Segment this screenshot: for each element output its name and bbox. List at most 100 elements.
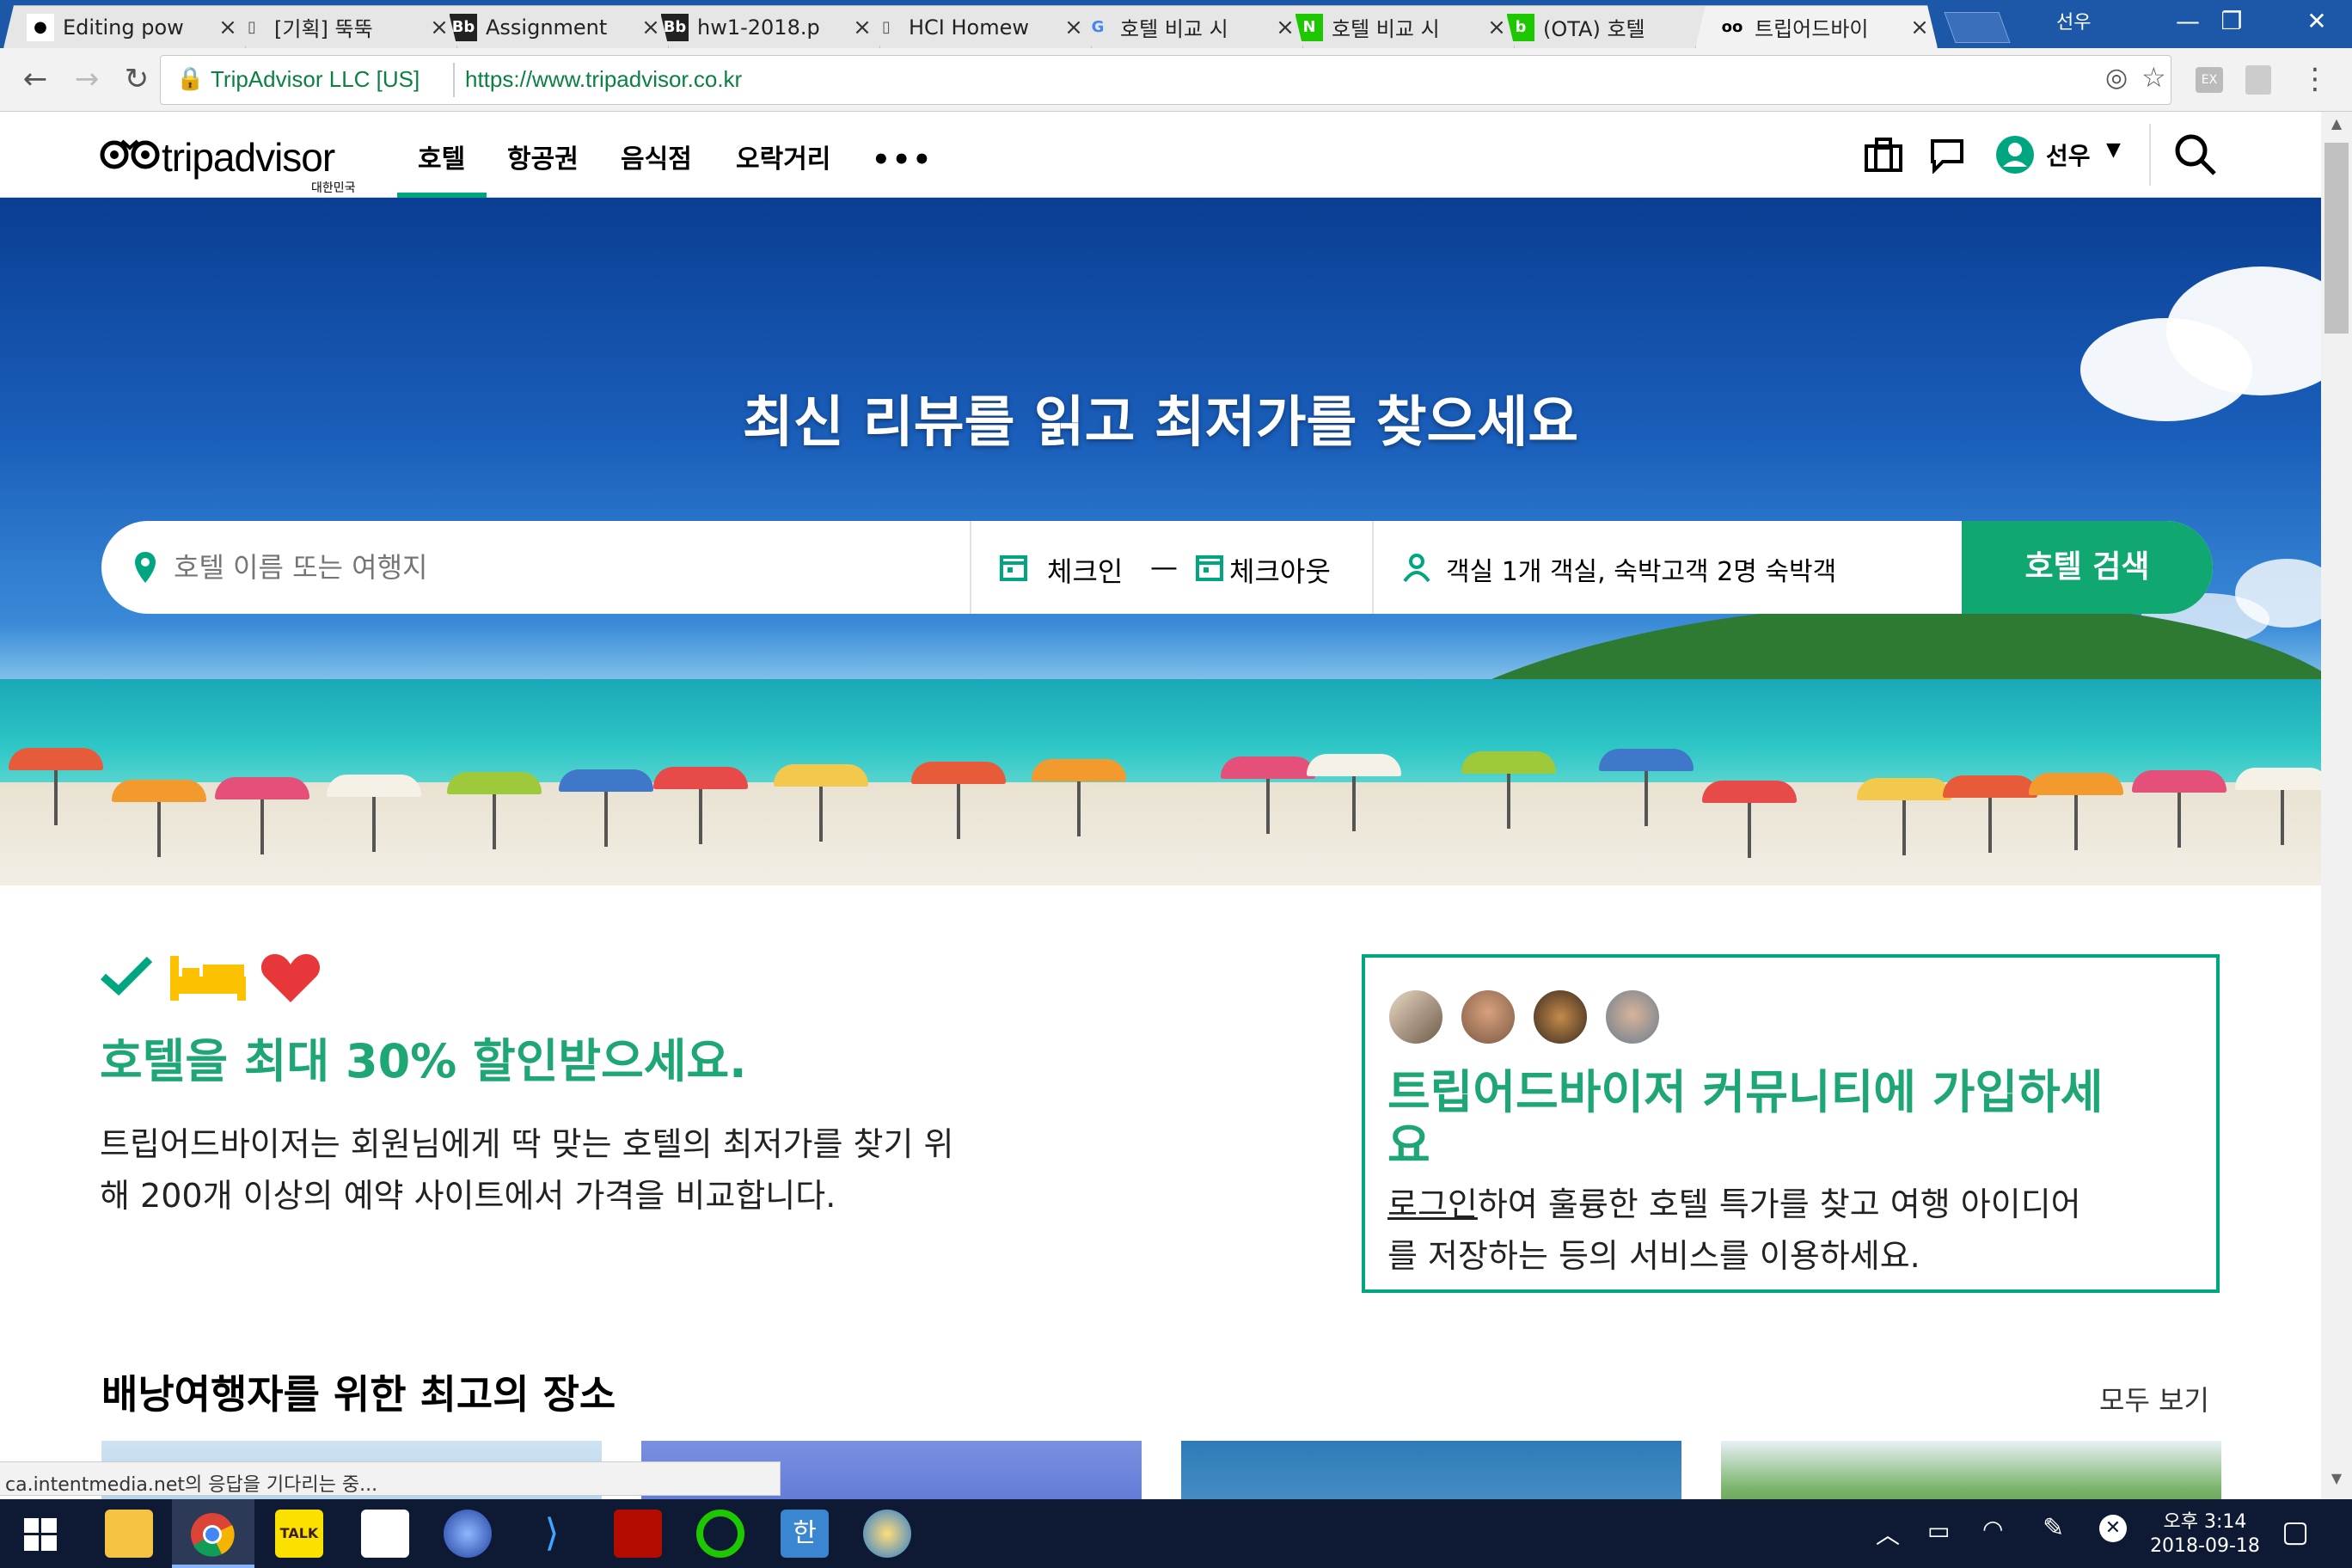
bookmark-star-icon[interactable]: ☆ (2141, 61, 2166, 94)
beach-umbrella (1032, 759, 1126, 781)
date-picker[interactable]: 체크인 — 체크아웃 (999, 545, 1377, 590)
wifi-icon[interactable]: ◠ (1982, 1515, 2003, 1543)
sticky-notes-icon[interactable] (361, 1510, 409, 1558)
hwp-icon[interactable]: 한 (781, 1510, 829, 1558)
guests-selector[interactable]: 객실 1개 객실, 숙박고객 2명 숙박객 ▼ (1401, 545, 2037, 590)
restore-icon[interactable]: ❐ (2189, 0, 2275, 48)
line-app-icon[interactable] (696, 1510, 744, 1558)
umbrella-pole (2281, 785, 2284, 845)
site-nav-item[interactable]: 음식점 (621, 138, 692, 175)
kakaotalk-icon[interactable]: TALK (275, 1510, 323, 1558)
browser-tab[interactable]: N 호텔 비교 시 × (1272, 5, 1515, 48)
calendar-icon (1000, 555, 1027, 581)
community-signup-card[interactable]: 트립어드바이저 커뮤니티에 가입하세 요 로그인하여 훌륭한 호텔 특가를 찾고… (1362, 954, 2220, 1293)
reload-icon[interactable]: ↻ (115, 58, 158, 101)
user-name[interactable]: 선우 (2046, 138, 2091, 172)
browser-tab-strip: ● Editing pow × ▯ [기획] 뚝뚝 × Bb Assignment × Bb hw1… (0, 0, 2352, 48)
umbrella-pole (699, 784, 702, 844)
scrollbar-thumb[interactable] (2324, 143, 2349, 334)
new-tab-button[interactable] (1944, 12, 2011, 43)
tripadvisor-logo[interactable]: tripadvisor 대한민국 (100, 129, 375, 195)
battery-icon[interactable]: ▭ (1927, 1516, 1950, 1545)
beach-sand (0, 782, 2321, 885)
logo-text: tripadvisor (162, 135, 335, 180)
extension-icon[interactable]: EX (2196, 67, 2223, 93)
person-icon (1403, 554, 1430, 583)
action-center-icon[interactable]: ▢ (2282, 1515, 2309, 1549)
divider (1372, 521, 1374, 614)
vscode-icon[interactable]: ⟩ (528, 1510, 576, 1558)
browser-tab[interactable]: ▯ HCI Homew × (849, 5, 1092, 48)
tray-expand-icon[interactable]: ︿ (1876, 1516, 1900, 1551)
clock-time[interactable]: 오후 3:14 (2141, 1506, 2269, 1534)
windows-start-icon[interactable] (24, 1518, 57, 1551)
hotel-search-button[interactable]: 호텔 검색 (1962, 521, 2213, 614)
logo-country: 대한민국 (311, 181, 356, 195)
umbrella-pole (1507, 769, 1510, 829)
url-text[interactable]: https://www.tripadvisor.co.kr (465, 66, 742, 93)
section-title: 배낭여행자를 위한 최고의 장소 (101, 1371, 616, 1418)
app-icon[interactable] (444, 1510, 492, 1558)
umbrella-pole (260, 794, 264, 854)
browser-tab[interactable]: b(OTA) 호텔× (1484, 5, 1726, 48)
trips-briefcase-icon[interactable] (1864, 136, 1903, 174)
browser-tab[interactable]: oo 트립어드바이 × (1695, 5, 1938, 48)
beach-umbrella (653, 767, 748, 789)
umbrella-pole (2074, 790, 2078, 850)
checkout-label[interactable]: 체크아웃 (1229, 550, 1331, 590)
umbrella-pole (1645, 766, 1648, 826)
close-window-icon[interactable]: ✕ (2278, 0, 2352, 48)
umbrella-pole (372, 792, 376, 852)
forward-icon[interactable]: → (65, 58, 108, 101)
active-indicator (172, 1565, 254, 1568)
page-scrollbar[interactable]: ▲ ▼ (2321, 112, 2352, 1499)
chrome-icon (191, 1513, 235, 1557)
hotel-search-bar: 체크인 — 체크아웃 객실 1개 객실, 숙박고객 2명 숙박객 ▼ 호텔 검색 (101, 521, 2213, 614)
community-body-line2: 를 저장하는 등의 서비스를 이용하세요. (1387, 1237, 1920, 1275)
site-nav-item[interactable]: 오락거리 (736, 138, 830, 175)
search-icon[interactable] (2173, 132, 2218, 177)
scroll-up-icon[interactable]: ▲ (2323, 115, 2350, 132)
checkin-label[interactable]: 체크인 (1047, 550, 1123, 590)
notification-x-icon[interactable]: ✕ (2099, 1515, 2127, 1542)
caret-down-icon[interactable]: ▼ (2106, 139, 2121, 161)
site-nav-item[interactable]: 호텔 (418, 138, 465, 175)
calendar-icon (1196, 555, 1223, 581)
tab-close-icon[interactable]: × (1902, 15, 1937, 40)
back-icon[interactable]: ← (14, 58, 57, 101)
tab-title: Assignment (486, 15, 608, 40)
pen-icon[interactable]: ✎ (2043, 1513, 2064, 1543)
acrobat-icon[interactable] (614, 1510, 662, 1558)
login-link[interactable]: 로그인 (1387, 1185, 1478, 1223)
menu-kebab-icon[interactable]: ⋮ (2300, 62, 2330, 96)
more-menu-icon[interactable]: ••• (872, 143, 933, 177)
address-bar[interactable]: 🔒 TripAdvisor LLC [US] https://www.tripa… (160, 55, 2171, 105)
screen: { "browser": { "tabs": [ {"label": "Edit… (0, 0, 2352, 1568)
pdf-extension-icon[interactable] (2245, 65, 2271, 95)
scroll-down-icon[interactable]: ▼ (2323, 1470, 2350, 1486)
clock-date[interactable]: 2018-09-18 (2141, 1535, 2269, 1557)
paint-icon[interactable] (863, 1510, 911, 1558)
guests-label[interactable]: 객실 1개 객실, 숙박고객 2명 숙박객 (1446, 550, 1836, 588)
site-identity[interactable]: TripAdvisor LLC [US] (211, 66, 420, 93)
profile-label[interactable]: 선우 (2056, 7, 2091, 34)
user-avatar-icon[interactable] (1994, 134, 2036, 175)
site-nav-item[interactable]: 항공권 (507, 138, 579, 175)
location-icon[interactable]: ◎ (2105, 63, 2128, 93)
site-header: tripadvisor 대한민국 호텔 항공권 음식점 오락거리 ••• 선우 ▼ (0, 112, 2321, 198)
discount-promo: 호텔을 최대 30% 할인받으세요. 트립어드바이저는 회원님에게 딱 맞는 호… (100, 949, 1088, 1224)
browser-tab[interactable]: Bb hw1-2018.p × (638, 5, 880, 48)
browser-tab[interactable]: ● Editing pow × (3, 5, 246, 48)
file-explorer-icon[interactable] (105, 1510, 153, 1558)
browser-tab[interactable]: Bb Assignment × (426, 5, 669, 48)
browser-tab[interactable]: G 호텔 비교 시 × (1061, 5, 1303, 48)
beach-umbrella (447, 772, 542, 794)
see-all-link[interactable]: 모두 보기 (2099, 1379, 2209, 1418)
chrome-taskbar-button[interactable] (172, 1499, 254, 1568)
beach-umbrella (1702, 781, 1797, 803)
destination-input[interactable] (174, 542, 947, 593)
browser-tab[interactable]: ▯ [기획] 뚝뚝 × (215, 5, 457, 48)
beach-umbrella (1307, 754, 1401, 776)
tab-title: HCI Homew (909, 15, 1030, 40)
messages-icon[interactable] (1929, 138, 1965, 174)
